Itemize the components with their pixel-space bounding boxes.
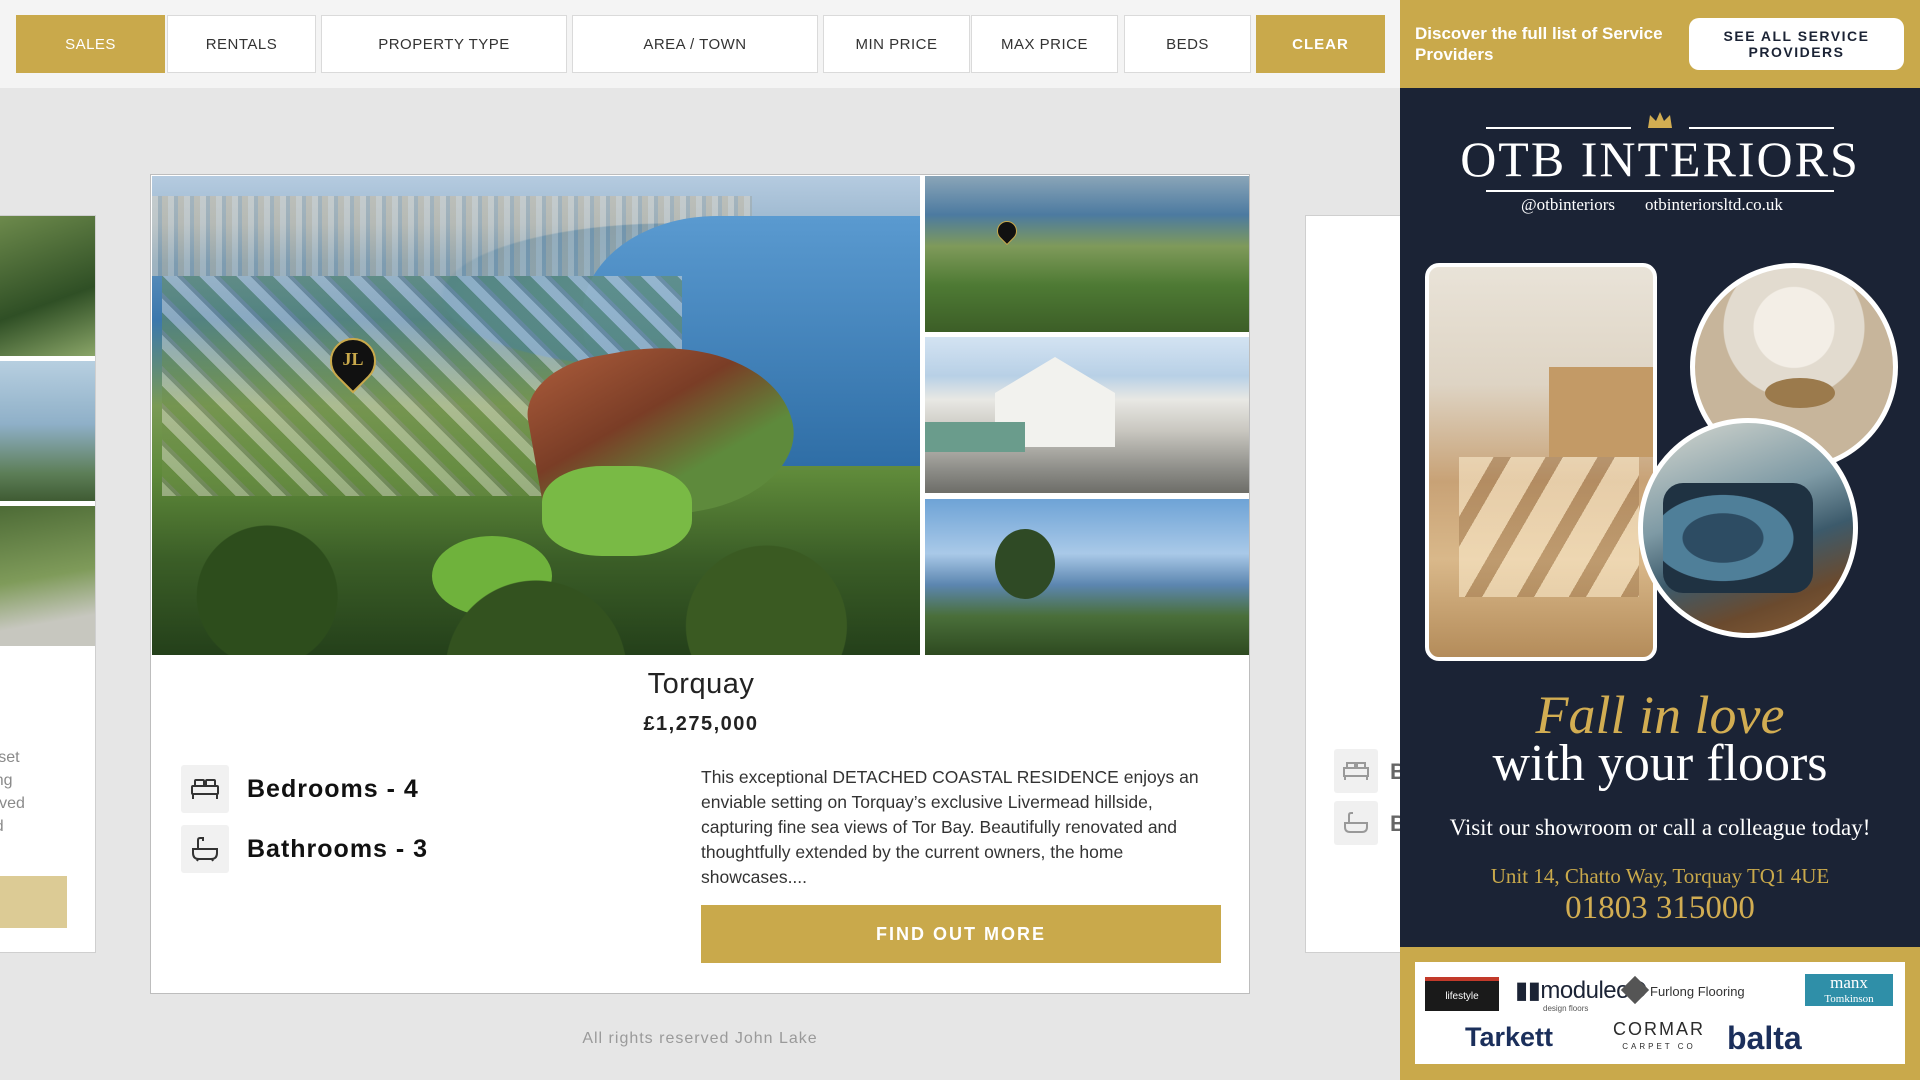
clear-button[interactable]: CLEAR — [1256, 15, 1385, 73]
bathrooms-feature: Bathrooms - 3 — [181, 825, 428, 873]
property-type-dropdown[interactable]: PROPERTY TYPE — [321, 15, 567, 73]
area-town-dropdown[interactable]: AREA / TOWN — [572, 15, 818, 73]
cormar-logo-subtext: CARPET CO — [1622, 1042, 1696, 1051]
service-providers-text: Discover the full list of Service Provid… — [1415, 24, 1663, 64]
tarkett-logo: Tarkett — [1465, 1022, 1554, 1052]
find-out-more-button[interactable]: FIND OUT MORE — [701, 905, 1221, 963]
partner-brands-box: lifestyle ▮▮moduleo® design floors Furlo… — [1415, 962, 1905, 1064]
property-thumbnail-aerial[interactable] — [925, 176, 1249, 332]
lifestyle-logo: lifestyle — [1425, 977, 1499, 1011]
see-all-service-providers-button[interactable]: SEE ALL SERVICE PROVIDERS — [1689, 18, 1904, 70]
rentals-tab[interactable]: RENTALS — [167, 15, 316, 73]
furlong-flooring-logo: Furlong Flooring — [1650, 984, 1745, 999]
property-price: £1,275,000 — [643, 713, 759, 735]
min-price-dropdown[interactable]: MIN PRICE — [823, 15, 970, 73]
crown-icon — [1648, 112, 1672, 128]
balta-logo: balta — [1727, 1020, 1802, 1056]
property-main-photo[interactable] — [152, 176, 920, 655]
advert-website: otbinteriorsltd.co.uk — [1645, 195, 1783, 214]
previous-listing-description: NCE set tunning d a loved ached — [0, 746, 95, 838]
previous-listing-photo — [0, 361, 95, 501]
cormar-logo-text: CORMAR — [1613, 1019, 1705, 1039]
advert-photo-stairs — [1425, 263, 1657, 661]
previous-listing-text-line: NCE set — [0, 749, 20, 766]
advert-address: Unit 14, Chatto Way, Torquay TQ1 4UE — [1490, 864, 1830, 888]
bathrooms-label: Bathrooms - 3 — [247, 834, 429, 863]
max-price-dropdown[interactable]: MAX PRICE — [971, 15, 1118, 73]
previous-listing-text-line: d a loved — [0, 795, 25, 812]
property-location-title: Torquay — [647, 668, 755, 700]
search-filter-bar: SALES RENTALS PROPERTY TYPE AREA / TOWN … — [0, 0, 1400, 88]
manx-logo-text: manx — [1830, 973, 1868, 992]
advert-photo-bedroom — [1638, 418, 1858, 638]
beds-dropdown[interactable]: BEDS — [1124, 15, 1251, 73]
bath-icon — [181, 825, 229, 873]
property-description: This exceptional DETACHED COASTAL RESIDE… — [701, 767, 1199, 887]
property-thumbnail-exterior[interactable] — [925, 337, 1249, 493]
otb-interiors-logo: OTB INTERIORS — [1460, 131, 1860, 187]
advert-phone: 01803 315000 — [1565, 890, 1755, 926]
tomkinson-logo-text: Tomkinson — [1824, 993, 1874, 1005]
bed-icon — [181, 765, 229, 813]
bath-icon — [1334, 801, 1378, 845]
manx-tomkinson-logo: manx Tomkinson — [1805, 974, 1893, 1006]
advert-headline-2: with your floors — [1492, 735, 1828, 792]
copyright-footer: All rights reserved John Lake — [582, 1030, 818, 1047]
previous-listing-photo — [0, 216, 95, 356]
bed-icon — [1334, 749, 1378, 793]
service-providers-banner: Discover the full list of Service Provid… — [1400, 0, 1920, 88]
cormar-logo: CORMAR CARPET CO — [1613, 1020, 1705, 1056]
moduleo-tagline: design floors — [1543, 1004, 1589, 1013]
previous-listing-photo — [0, 506, 95, 646]
previous-listing-card[interactable]: NCE set tunning d a loved ached — [0, 215, 96, 953]
previous-listing-button[interactable] — [0, 876, 67, 928]
agency-logo: JL — [342, 349, 364, 369]
instagram-handle: @otbinteriors — [1521, 195, 1616, 214]
previous-listing-text-line: ached — [0, 815, 95, 838]
advert-sidebar: Discover the full list of Service Provid… — [1400, 0, 1920, 1080]
partner-brands-strip: lifestyle ▮▮moduleo® design floors Furlo… — [1400, 947, 1920, 1080]
previous-listing-text-line: tunning — [0, 772, 13, 789]
sales-tab[interactable]: SALES — [16, 15, 165, 73]
bedrooms-label: Bedrooms - 4 — [247, 774, 419, 803]
bedrooms-feature: Bedrooms - 4 — [181, 765, 419, 813]
property-listing-card: JL Torquay £1,275,000 Bedrooms - 4 Bathr… — [150, 174, 1250, 994]
advert-call-to-action: Visit our showroom or call a colleague t… — [1449, 815, 1871, 840]
next-listing-card[interactable]: B B — [1305, 215, 1406, 953]
property-thumbnail-sea-view[interactable] — [925, 499, 1249, 655]
